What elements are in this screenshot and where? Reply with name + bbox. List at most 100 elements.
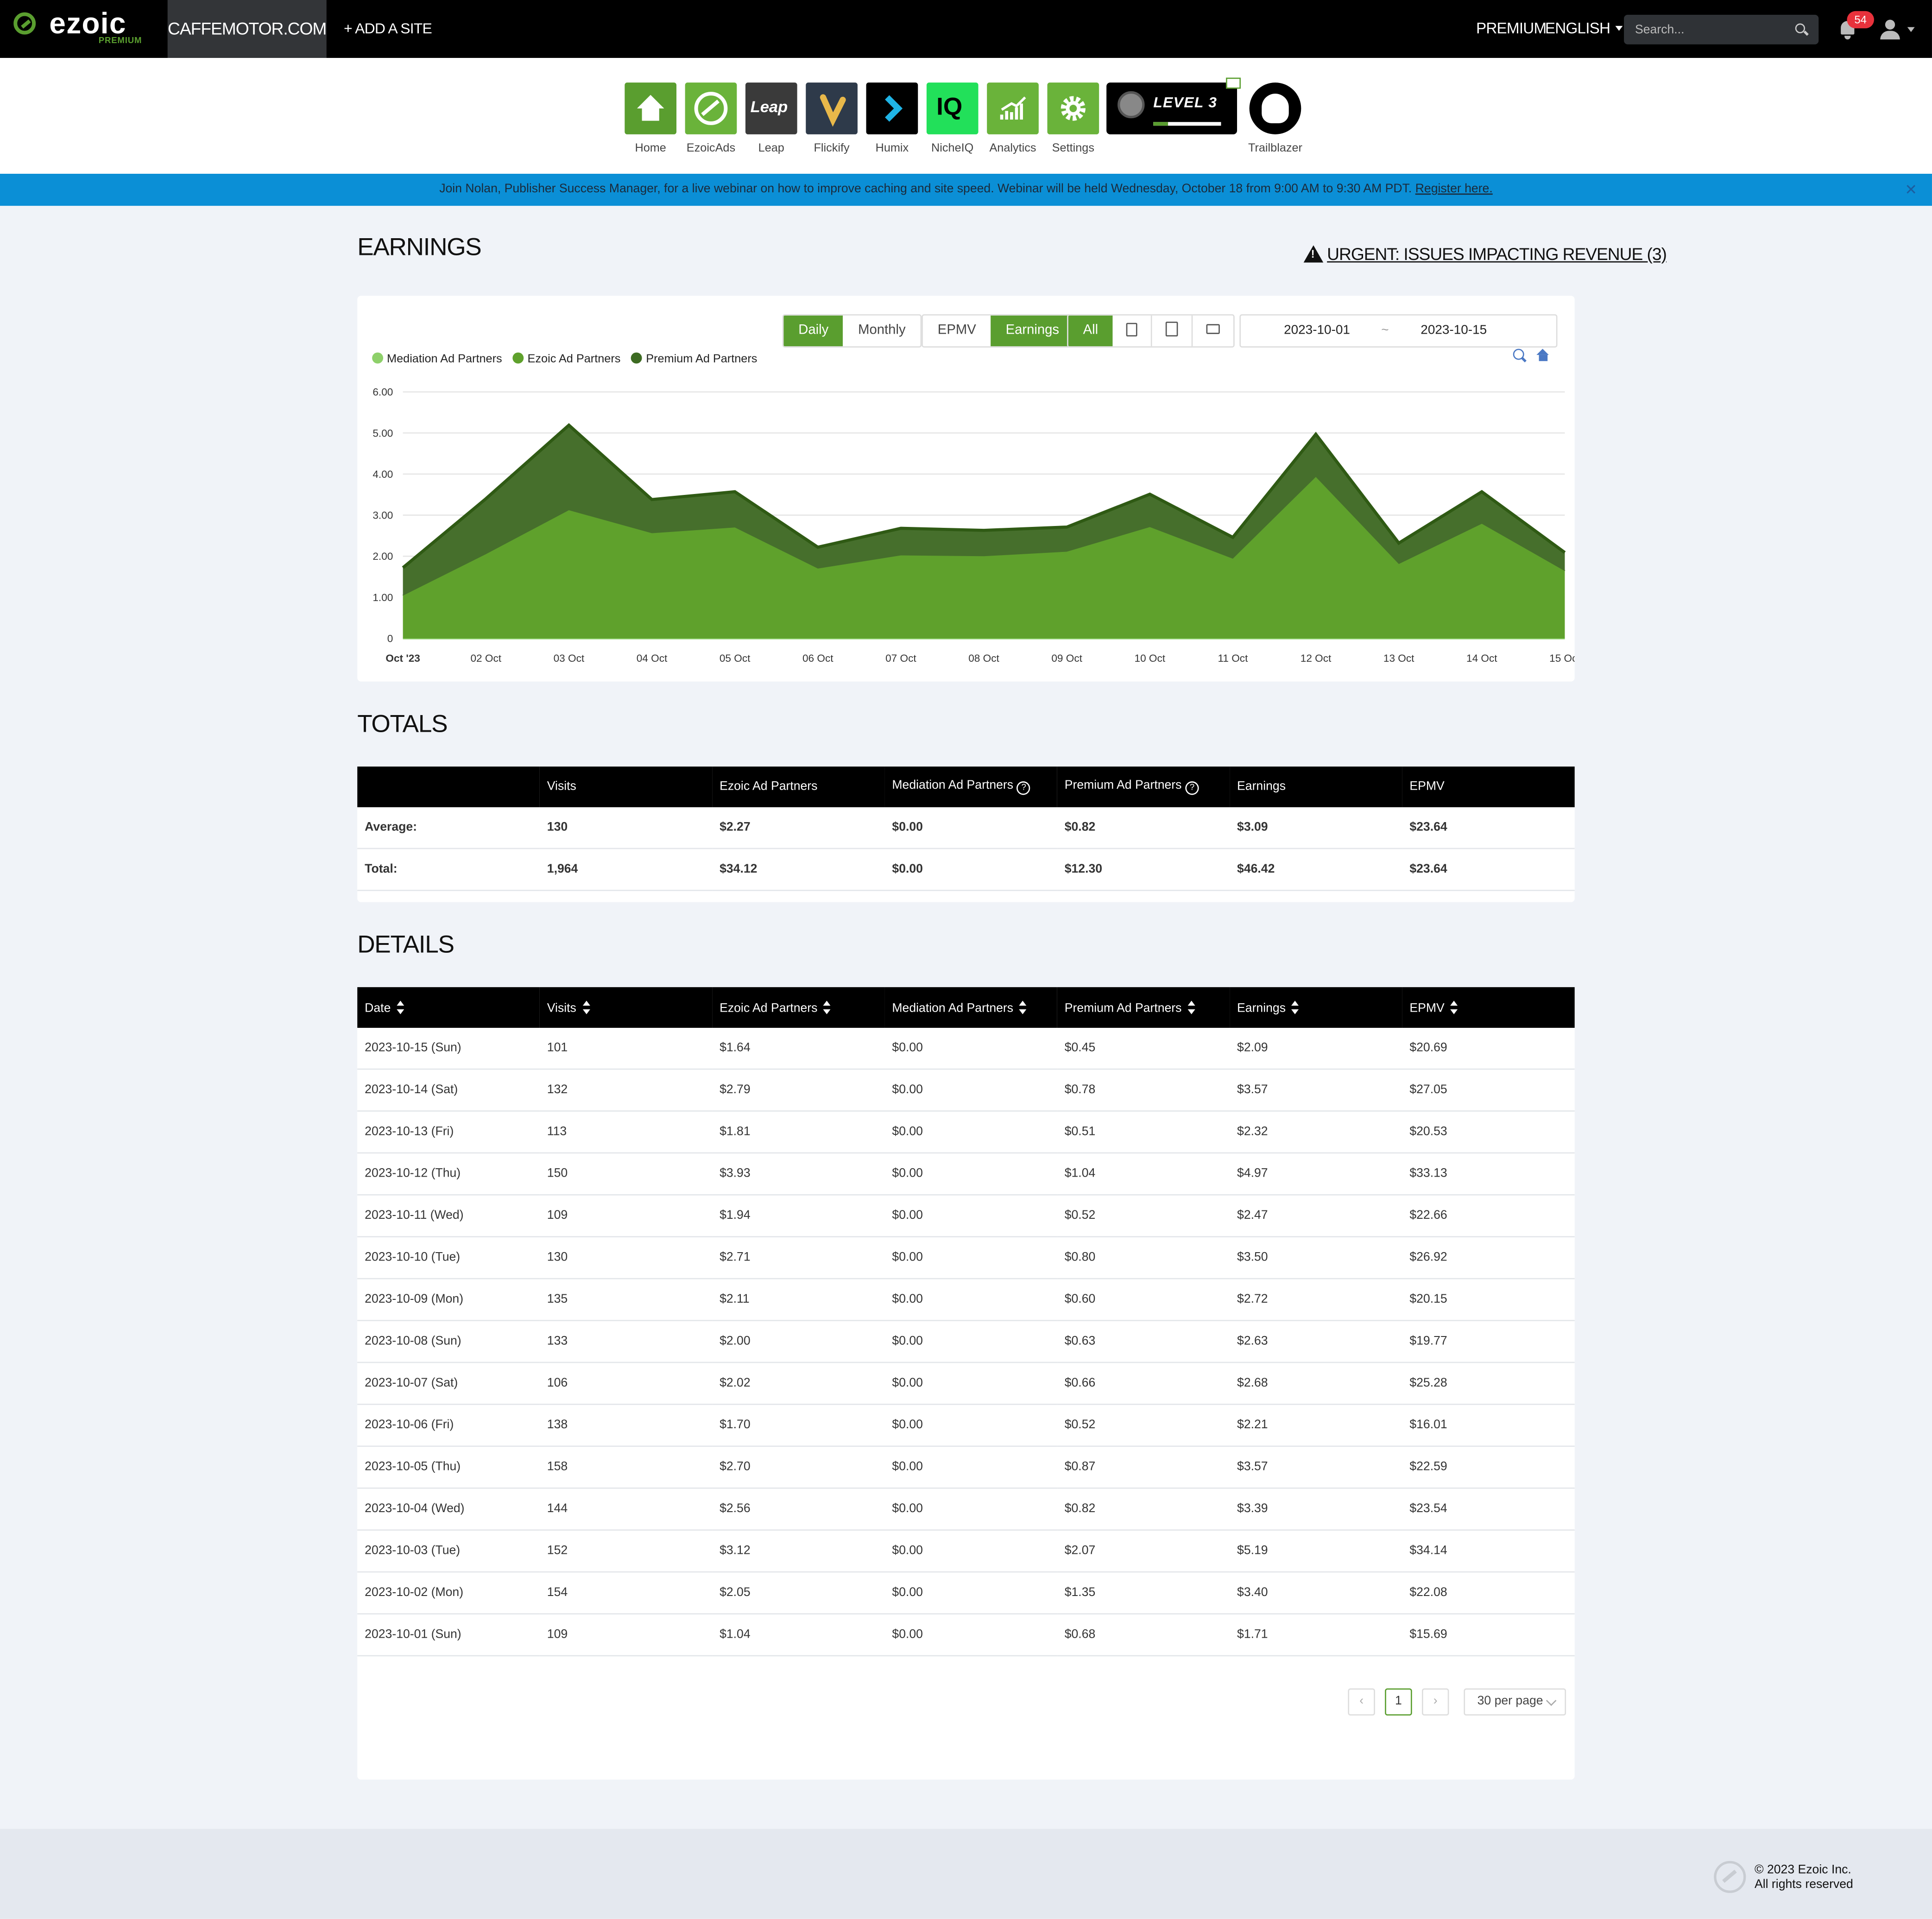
ezoic-logo[interactable]: ezoic PREMIUM: [13, 7, 149, 49]
sort-icon[interactable]: [1187, 1000, 1195, 1015]
top-nav: ezoic PREMIUM CAFFEMOTOR.COM + ADD A SIT…: [0, 0, 1932, 58]
y-tick-label: 6.00: [373, 386, 393, 398]
table-cell: $0.00: [884, 1279, 1057, 1321]
astronaut-icon: [1249, 82, 1301, 134]
copyright: © 2023 Ezoic Inc.: [1754, 1863, 1851, 1877]
daily-button[interactable]: Daily: [783, 315, 844, 347]
earnings-button[interactable]: Earnings: [991, 315, 1074, 347]
table-cell: $3.50: [1230, 1236, 1402, 1279]
table-cell: $12.30: [1057, 848, 1230, 891]
app-leap[interactable]: Leap Leap: [745, 82, 797, 155]
table-cell: $0.00: [884, 848, 1057, 891]
app-humix[interactable]: Humix: [866, 82, 918, 155]
app-settings[interactable]: Settings: [1047, 82, 1099, 155]
table-cell: $0.00: [884, 1320, 1057, 1363]
app-ezoicads[interactable]: EzoicAds: [685, 82, 737, 155]
sortable-column-header[interactable]: Visits: [539, 987, 713, 1028]
period-toggle: Daily Monthly: [782, 314, 922, 348]
sortable-column-header[interactable]: Ezoic Ad Partners: [712, 987, 885, 1028]
chart-areas: [402, 423, 1566, 640]
mail-icon[interactable]: [1226, 77, 1241, 89]
table-row: 2023-10-12 (Thu) 150 $3.93 $0.00 $1.04 $4.97 $…: [357, 1153, 1575, 1196]
user-menu-chevron-icon[interactable]: [1907, 27, 1915, 32]
y-tick-label: 4.00: [373, 469, 393, 480]
sortable-column-header[interactable]: EPMV: [1402, 987, 1575, 1028]
add-site-link[interactable]: + ADD A SITE: [344, 0, 432, 58]
sort-icon[interactable]: [1451, 1000, 1458, 1015]
table-row: 2023-10-05 (Thu) 158 $2.70 $0.00 $0.87 $3.57 $…: [357, 1446, 1575, 1489]
premium-link[interactable]: PREMIUM: [1476, 0, 1547, 58]
register-link[interactable]: Register here.: [1415, 183, 1493, 196]
table-cell: $1.04: [712, 1614, 885, 1657]
sort-icon[interactable]: [582, 1000, 590, 1015]
app-trailblazer[interactable]: Trailblazer: [1248, 82, 1302, 155]
table-cell: 132: [539, 1069, 713, 1112]
x-tick-label: 03 Oct: [554, 652, 585, 664]
table-cell: 2023-10-14 (Sat): [357, 1069, 540, 1112]
all-devices-button[interactable]: All: [1068, 315, 1113, 347]
table-cell: $3.57: [1230, 1069, 1402, 1112]
table-cell: 138: [539, 1404, 713, 1447]
close-icon[interactable]: ✕: [1905, 174, 1917, 206]
date-range-picker[interactable]: 2023-10-01 ~ 2023-10-15: [1239, 314, 1558, 348]
table-cell: $33.13: [1402, 1153, 1575, 1196]
date-to[interactable]: 2023-10-15: [1421, 316, 1487, 346]
monthly-button[interactable]: Monthly: [843, 316, 920, 346]
urgent-issues-link[interactable]: URGENT: ISSUES IMPACTING REVENUE (3): [1303, 244, 1667, 264]
chevron-down-icon: [1546, 1695, 1557, 1706]
x-tick-label: 15 Oct: [1549, 652, 1575, 664]
sort-icon[interactable]: [397, 1000, 404, 1015]
zoom-icon[interactable]: [1513, 348, 1524, 360]
x-tick-label: 05 Oct: [720, 652, 751, 664]
search-input[interactable]: [1624, 14, 1795, 44]
date-from[interactable]: 2023-10-01: [1284, 316, 1350, 346]
table-cell: $0.52: [1057, 1195, 1230, 1238]
table-cell: 150: [539, 1153, 713, 1196]
sortable-column-header[interactable]: Earnings: [1230, 987, 1402, 1028]
table-cell: $2.05: [712, 1572, 885, 1615]
search-icon[interactable]: [1795, 23, 1806, 33]
prev-page-button[interactable]: ‹: [1348, 1688, 1375, 1716]
table-cell: 1,964: [539, 848, 713, 891]
legend-item[interactable]: Premium Ad Partners: [631, 352, 758, 366]
app-analytics[interactable]: Analytics: [987, 82, 1039, 155]
language-selector[interactable]: ENGLISH: [1545, 0, 1623, 58]
help-icon[interactable]: ?: [1017, 781, 1031, 795]
sortable-column-header[interactable]: Premium Ad Partners: [1057, 987, 1230, 1028]
site-selector[interactable]: CAFFEMOTOR.COM: [167, 0, 327, 58]
column-header: Premium Ad Partners?: [1057, 766, 1230, 807]
app-nicheiq[interactable]: IQ NicheIQ: [926, 82, 979, 155]
table-cell: $26.92: [1402, 1236, 1575, 1279]
mobile-button[interactable]: [1113, 316, 1151, 346]
sortable-column-header[interactable]: Mediation Ad Partners: [884, 987, 1057, 1028]
x-tick-label: Oct '23: [385, 652, 420, 664]
per-page-select[interactable]: 30 per page: [1464, 1688, 1566, 1716]
warning-icon: [1303, 245, 1324, 263]
user-icon[interactable]: [1880, 19, 1900, 40]
legend-item[interactable]: Mediation Ad Partners: [372, 352, 502, 366]
level-badge[interactable]: LEVEL 3: [1106, 77, 1241, 134]
epmv-button[interactable]: EPMV: [923, 316, 991, 346]
table-cell: 2023-10-11 (Wed): [357, 1195, 540, 1238]
reset-zoom-home-icon[interactable]: [1536, 348, 1550, 361]
app-flickify[interactable]: Flickify: [806, 82, 858, 155]
legend-label: Premium Ad Partners: [646, 352, 758, 366]
table-cell: $0.87: [1057, 1446, 1230, 1489]
tablet-button[interactable]: [1151, 315, 1192, 347]
ezoic-footer-logo-icon: [1714, 1861, 1746, 1893]
table-row: 2023-10-15 (Sun) 101 $1.64 $0.00 $0.45 $2.09 $…: [357, 1027, 1575, 1070]
next-page-button[interactable]: ›: [1421, 1688, 1449, 1716]
totals-row: Total: 1,964 $34.12 $0.00 $12.30 $46.42 $23.64: [357, 848, 1575, 891]
desktop-button[interactable]: [1192, 315, 1233, 347]
page-1-button[interactable]: 1: [1385, 1688, 1412, 1716]
legend-item[interactable]: Ezoic Ad Partners: [512, 352, 620, 366]
table-cell: 2023-10-12 (Thu): [357, 1153, 540, 1196]
sort-icon[interactable]: [1292, 1000, 1300, 1015]
table-cell: $2.72: [1230, 1279, 1402, 1321]
sortable-column-header[interactable]: Date: [357, 987, 540, 1028]
sort-icon[interactable]: [823, 1000, 831, 1015]
logo-premium-tag: PREMIUM: [98, 37, 142, 46]
help-icon[interactable]: ?: [1185, 781, 1199, 795]
sort-icon[interactable]: [1019, 1000, 1027, 1015]
app-home[interactable]: Home: [625, 82, 677, 155]
